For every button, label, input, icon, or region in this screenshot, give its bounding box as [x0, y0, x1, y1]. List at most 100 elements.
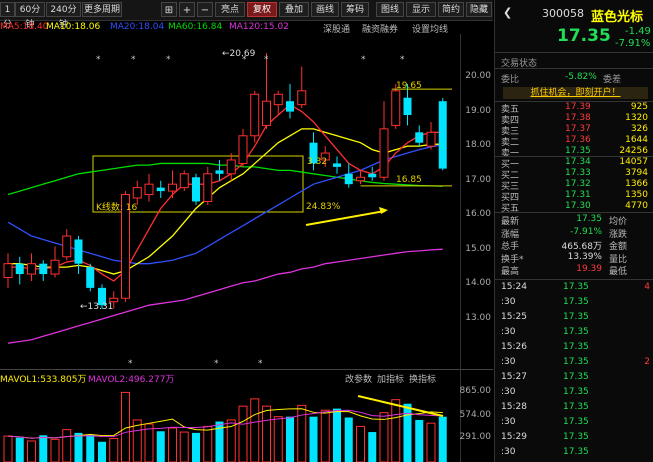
- volume-bar-down: [309, 416, 318, 462]
- volume-bar-up: [391, 399, 401, 462]
- candle-down: [368, 173, 377, 178]
- ma120-line: [7, 248, 443, 344]
- candle-up: [273, 93, 283, 106]
- stat-row: 涨幅 -7.91% 涨跌: [501, 227, 653, 240]
- volume-axis-label: 574.00: [459, 409, 492, 420]
- add-icon[interactable]: +: [179, 2, 195, 17]
- volume-chart[interactable]: [0, 384, 460, 462]
- low-marker: *: [258, 359, 263, 369]
- volume-axis-label: 291.00: [459, 432, 492, 443]
- candle-up: [391, 90, 401, 126]
- tick-time: 15:25: [501, 312, 527, 322]
- candle-down: [192, 177, 200, 202]
- open-account-ad[interactable]: 抓住机会，即刻开户！: [503, 87, 648, 99]
- volume-axis-label: 865.00: [459, 386, 492, 396]
- chart-line-button[interactable]: 图线: [376, 2, 404, 17]
- volume-bar-down: [333, 408, 341, 462]
- range-pct-label: 24.83%: [306, 202, 341, 212]
- display-button[interactable]: 显示: [406, 2, 436, 17]
- candle-up: [238, 135, 248, 164]
- tick-row: 15:25 17.35: [501, 312, 653, 326]
- volume-bar-up: [168, 427, 177, 462]
- order-book-row[interactable]: 买三 17.32 1366: [501, 179, 653, 192]
- tick-time: 15:24: [501, 282, 527, 292]
- stat-label: 换手*: [501, 254, 524, 265]
- quote-panel: ❮ 300058 蓝色光标 17.35 -1.49 -7.91% 交易状态 委比…: [494, 0, 653, 462]
- volume-bar-down: [98, 441, 106, 462]
- order-book-row[interactable]: 卖四 17.38 1320: [501, 113, 653, 126]
- minus-icon[interactable]: −: [197, 2, 213, 17]
- weibi-label: 委比: [501, 75, 520, 85]
- tick-price: 17.35: [563, 417, 589, 427]
- stat-right-label: 均价: [609, 217, 628, 227]
- candle-up: [132, 187, 142, 199]
- candle-up: [297, 90, 307, 106]
- candle-up: [179, 173, 189, 189]
- volume-bar-up: [250, 398, 260, 462]
- stat-right-label: 金额: [609, 242, 628, 252]
- volume-bar-down: [415, 419, 424, 462]
- weibi-value: -5.82%: [565, 72, 597, 82]
- candle-up: [356, 176, 365, 182]
- tick-time: :30: [501, 417, 516, 427]
- order-book-row[interactable]: 买四 17.31 1350: [501, 190, 653, 203]
- peak-marker: *: [242, 55, 247, 65]
- volume-bar-down: [438, 416, 447, 462]
- fuquan-button[interactable]: 复权: [247, 2, 277, 17]
- tick-row: :30 17.35: [501, 387, 653, 401]
- simple-button[interactable]: 简约: [438, 2, 464, 17]
- hide-button[interactable]: 隐藏: [466, 2, 492, 17]
- tick-time: :30: [501, 297, 516, 307]
- candle-up: [426, 131, 436, 147]
- chart-divider: [0, 369, 493, 370]
- stat-right-label: 最低: [609, 267, 628, 277]
- panel-toggle-icon[interactable]: ❮: [503, 6, 512, 19]
- ma5-line: [8, 103, 443, 282]
- volume-bar-down: [192, 432, 200, 462]
- volume-bar-down: [156, 431, 165, 462]
- stat-row: 总手 465.68万 金额: [501, 239, 653, 252]
- grid-icon[interactable]: ⊞: [161, 2, 177, 17]
- order-book-row[interactable]: 卖五 17.39 925: [501, 102, 653, 115]
- tick-row: 15:24 17.35 4: [501, 282, 653, 296]
- period-1min-button[interactable]: 1分: [0, 2, 15, 30]
- peak-marker: *: [96, 55, 101, 65]
- low-marker: *: [128, 359, 133, 369]
- tick-price: 17.35: [563, 342, 589, 352]
- high-label: ←20.69: [222, 49, 256, 59]
- stat-value: 17.35: [576, 214, 602, 224]
- order-book-row[interactable]: 买二 17.33 3794: [501, 168, 653, 181]
- order-book-row[interactable]: 卖二 17.36 1644: [501, 135, 653, 148]
- peak-marker: *: [264, 55, 269, 65]
- more-periods-button[interactable]: 更多周期: [82, 2, 122, 17]
- candle-down: [438, 101, 447, 169]
- highlight-button[interactable]: 亮点: [215, 2, 245, 17]
- tick-price: 17.35: [563, 327, 589, 337]
- level-volume: 1320: [625, 113, 648, 123]
- range-height-label: 3.32: [307, 157, 327, 167]
- candlestick-chart[interactable]: ←20.69 ←13.31 19.65 16.85 3.32 24.83% K线数: 16 *…: [0, 34, 460, 369]
- tick-price: 17.35: [563, 312, 589, 322]
- period-240min-button[interactable]: 240分钟: [46, 2, 81, 30]
- tick-price: 17.35: [563, 447, 589, 457]
- period-60min-button[interactable]: 60分钟: [15, 2, 45, 30]
- order-book-row[interactable]: 买五 17.30 4770: [501, 201, 653, 214]
- order-book-row[interactable]: 买一 17.34 14057: [501, 157, 653, 170]
- order-book-row[interactable]: 卖三 17.37 326: [501, 124, 653, 137]
- tick-row: :30 17.35: [501, 417, 653, 431]
- tick-row: 15:28 17.35: [501, 402, 653, 416]
- volume-bar-up: [297, 404, 307, 462]
- draw-line-button[interactable]: 画线: [311, 2, 339, 17]
- ma60-label: MA60:16.84: [168, 22, 223, 32]
- chip-button[interactable]: 筹码: [341, 2, 369, 17]
- level-price: 17.39: [565, 102, 591, 112]
- level-volume: 925: [630, 102, 648, 112]
- overlay-button[interactable]: 叠加: [279, 2, 309, 17]
- volume-bar-up: [320, 409, 330, 462]
- vol-trend-line: [357, 395, 444, 417]
- level-price: 17.30: [565, 201, 591, 211]
- low-label: ←13.31: [80, 302, 113, 312]
- volume-bar-up: [273, 416, 283, 462]
- tick-time: :30: [501, 327, 516, 337]
- volume-bar-up: [109, 438, 119, 462]
